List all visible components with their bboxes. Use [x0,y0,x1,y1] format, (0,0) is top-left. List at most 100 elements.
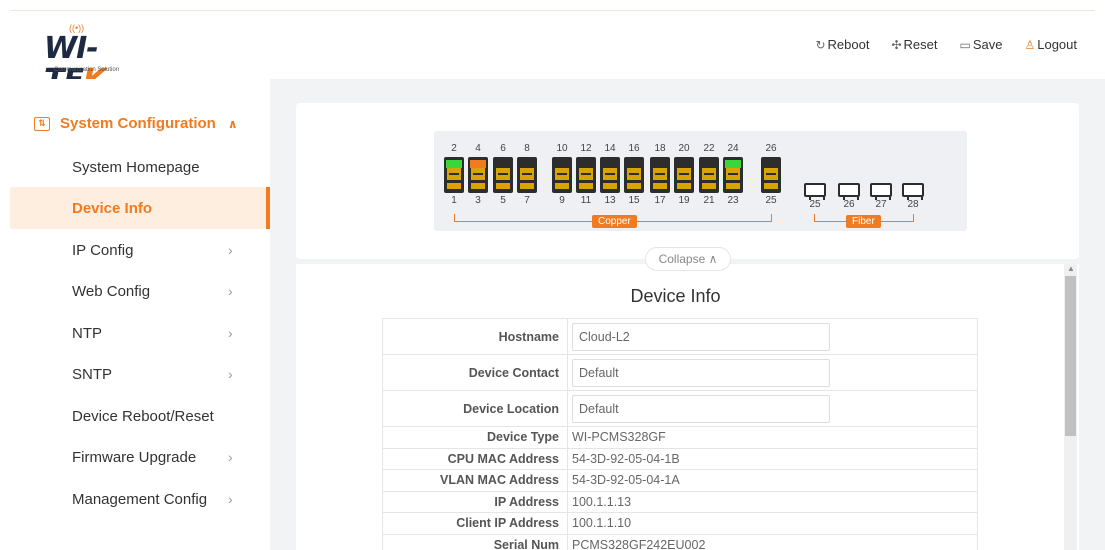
fiber-port-number: 27 [875,199,887,210]
info-row: CPU MAC Address 54-3D-92-05-04-1B [382,447,978,470]
info-value: 54-3D-92-05-04-1A [567,469,978,492]
logout-label: Logout [1037,37,1077,52]
sidebar-item[interactable]: SNTP › [10,353,270,395]
info-value: 100.1.1.13 [567,490,978,513]
port-number-bottom: 3 [475,195,481,206]
port-number-top: 12 [580,143,592,154]
port-number-top: 6 [500,143,506,154]
fiber-port-number: 26 [843,199,855,210]
port-number-bottom: 23 [727,195,739,206]
ethernet-port[interactable] [723,157,743,193]
ethernet-port[interactable] [468,157,488,193]
chevron-right-icon: › [228,366,233,382]
ethernet-port[interactable] [699,157,719,193]
port-number-top: 18 [654,143,666,154]
port-number-bottom: 5 [500,195,506,206]
scroll-thumb[interactable] [1065,276,1076,436]
port-number-bottom: 1 [451,195,457,206]
sfp-port[interactable] [804,183,826,200]
info-input[interactable] [572,358,830,387]
info-value: PCMS328GF242EU002 [567,533,978,550]
port-number-top: 2 [451,143,457,154]
sidebar-item-label: System Homepage [72,158,200,176]
ethernet-port[interactable] [761,157,781,193]
ethernet-port[interactable] [624,157,644,193]
logo-subtitle: Communication Solution [54,67,120,73]
ethernet-port[interactable] [517,157,537,193]
copper-label: Copper [592,215,637,228]
info-value: WI-PCMS328GF [567,426,978,449]
save-label: Save [972,37,1003,52]
logout-button[interactable]: ♙ Logout [1024,37,1077,52]
save-icon: ▭ [959,37,971,52]
fiber-port-number: 25 [809,199,821,210]
switch-panel-card: 2 1 4 3 6 5 8 7 10 9 12 11 14 13 16 15 18 17 20 19 22 21 24 23 2… [296,103,1079,259]
port-number-bottom: 21 [703,195,715,206]
info-row: VLAN MAC Address 54-3D-92-05-04-1A [382,469,978,492]
port-number-bottom: 15 [628,195,640,206]
chevron-right-icon: › [228,449,233,465]
system-configuration-header[interactable]: ⇅ System Configuration ∧ [34,115,238,132]
reset-button[interactable]: ✣ Reset [891,37,937,52]
ethernet-port[interactable] [674,157,694,193]
sidebar-item[interactable]: Device Info [10,187,270,229]
ethernet-port[interactable] [493,157,513,193]
info-row: Serial Num PCMS328GF242EU002 [382,533,978,550]
info-value-cell [567,318,978,355]
collapse-button[interactable]: Collapse ∧ [645,247,731,271]
scrollbar[interactable]: ▲ [1064,264,1077,550]
device-info-table: HostnameDevice ContactDevice LocationDev… [382,318,978,550]
ethernet-port[interactable] [444,157,464,193]
sidebar-item[interactable]: Device Reboot/Reset [10,395,270,437]
info-input[interactable] [572,322,830,351]
info-value: 54-3D-92-05-04-1B [567,447,978,470]
sidebar-item-label: Firmware Upgrade [72,448,197,466]
device-info-heading: Device Info [630,286,721,306]
info-row: Device Type WI-PCMS328GF [382,426,978,449]
sfp-port[interactable] [902,183,924,200]
sidebar-item-label: Management Config [72,490,208,508]
port-number-bottom: 17 [654,195,666,206]
info-value-cell [567,390,978,427]
info-label: Device Location [382,390,568,427]
sfp-port[interactable] [838,183,860,200]
chevron-right-icon: › [228,283,233,299]
sidebar-item[interactable]: Management Config › [10,478,270,520]
reboot-button[interactable]: ↻ Reboot [815,37,869,52]
port-number-bottom: 25 [765,195,777,206]
fiber-label: Fiber [846,215,881,228]
port-number-top: 14 [604,143,616,154]
top-actions: ↻ Reboot ✣ Reset ▭ Save ♙ Logout [815,37,1077,52]
ethernet-port[interactable] [576,157,596,193]
port-number-top: 10 [556,143,568,154]
sidebar-item[interactable]: NTP › [10,312,270,354]
collapse-label: Collapse [658,252,706,266]
port-number-top: 16 [628,143,640,154]
info-row: Client IP Address 100.1.1.10 [382,512,978,535]
info-label: Device Type [382,426,568,449]
info-row: Device Contact [382,354,978,391]
save-button[interactable]: ▭ Save [959,37,1002,52]
ethernet-port[interactable] [552,157,572,193]
info-input[interactable] [572,394,830,423]
sidebar-item[interactable]: Firmware Upgrade › [10,436,270,478]
ethernet-port[interactable] [600,157,620,193]
scroll-up-arrow-icon[interactable]: ▲ [1067,264,1075,273]
sidebar-item[interactable]: IP Config › [10,229,270,271]
ethernet-port[interactable] [650,157,670,193]
device-info-title: Device Info [296,286,1079,307]
reboot-label: Reboot [827,37,870,52]
port-number-bottom: 7 [524,195,530,206]
sidebar-item[interactable]: Web Config › [10,270,270,312]
monitor-icon: ⇅ [34,116,50,131]
section-title: System Configuration [60,115,216,132]
sidebar-item-label: SNTP [72,365,113,383]
info-value-cell [567,354,978,391]
info-label: CPU MAC Address [382,447,568,470]
chevron-right-icon: › [228,242,233,258]
chevron-up-icon: ∧ [708,252,718,266]
sidebar-item-label: Web Config [72,282,151,300]
sidebar: ⇅ System Configuration ∧ System Homepage… [0,79,270,550]
sfp-port[interactable] [870,183,892,200]
sidebar-item[interactable]: System Homepage [10,146,270,188]
